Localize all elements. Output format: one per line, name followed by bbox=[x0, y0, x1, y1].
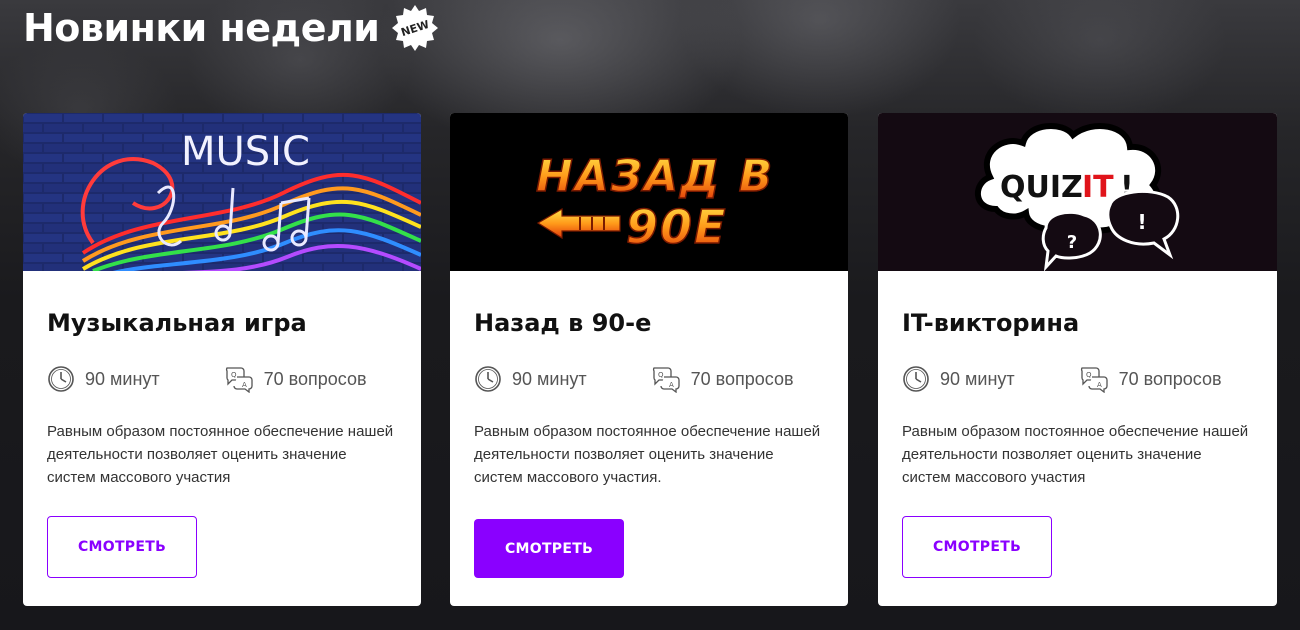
duration-info: 90 минут bbox=[474, 365, 587, 393]
card-image-it: QUIZ IT ! ? ! bbox=[878, 113, 1277, 271]
card-description: Равным образом постоянное обеспечение на… bbox=[474, 423, 821, 486]
card-description: Равным образом постоянное обеспечение на… bbox=[47, 423, 394, 486]
questions-info: Q A 70 вопросов bbox=[1079, 365, 1222, 393]
retro-text-line2: 90Е bbox=[626, 200, 727, 254]
duration-text: 90 минут bbox=[512, 368, 587, 389]
clock-icon bbox=[475, 366, 501, 392]
svg-text:Q: Q bbox=[1086, 371, 1092, 379]
duration-info: 90 минут bbox=[902, 365, 1015, 393]
retro-text-line1: НАЗАД В bbox=[536, 151, 774, 202]
questions-text: 70 вопросов bbox=[690, 368, 794, 389]
card-meta: 90 минут Q A 70 вопросов bbox=[474, 365, 794, 393]
clock-icon bbox=[48, 366, 74, 392]
view-button[interactable]: СМОТРЕТЬ bbox=[47, 516, 197, 578]
new-badge-icon: NEW bbox=[392, 5, 439, 51]
qa-icon: Q A bbox=[225, 367, 253, 393]
duration-text: 90 минут bbox=[940, 368, 1015, 389]
qa-icon: Q A bbox=[1080, 367, 1108, 393]
card-title: Музыкальная игра bbox=[47, 309, 307, 337]
page-title: Новинки недели bbox=[23, 6, 380, 50]
card-description: Равным образом постоянное обеспечение на… bbox=[902, 423, 1249, 486]
card-image-music: MUSIC bbox=[23, 113, 421, 271]
questions-info: Q A 70 вопросов bbox=[651, 365, 794, 393]
svg-text:Q: Q bbox=[231, 371, 237, 379]
view-button[interactable]: СМОТРЕТЬ bbox=[474, 519, 624, 578]
quiz-card-music: MUSIC Музыкальная игра 90 минут Q A 70 в… bbox=[23, 113, 421, 606]
svg-text:Q: Q bbox=[658, 371, 664, 379]
card-meta: 90 минут Q A 70 вопросов bbox=[47, 365, 367, 393]
card-image-90s: НАЗАД В 90Е bbox=[450, 113, 848, 271]
duration-text: 90 минут bbox=[85, 368, 160, 389]
duration-info: 90 минут bbox=[47, 365, 160, 393]
quiz-text: QUIZ bbox=[1000, 170, 1083, 205]
quiz-card-90s: НАЗАД В 90Е Назад в 90-е 90 минут Q A 70… bbox=[450, 113, 848, 606]
card-meta: 90 минут Q A 70 вопросов bbox=[902, 365, 1222, 393]
svg-text:A: A bbox=[1097, 381, 1102, 389]
card-title: IT-викторина bbox=[902, 309, 1080, 337]
svg-text:!: ! bbox=[1137, 210, 1146, 234]
questions-text: 70 вопросов bbox=[263, 368, 367, 389]
view-button[interactable]: СМОТРЕТЬ bbox=[902, 516, 1052, 578]
questions-text: 70 вопросов bbox=[1118, 368, 1222, 389]
music-image-text: MUSIC bbox=[181, 129, 310, 175]
questions-info: Q A 70 вопросов bbox=[224, 365, 367, 393]
card-title: Назад в 90-е bbox=[474, 309, 652, 337]
svg-text:A: A bbox=[242, 381, 247, 389]
clock-icon bbox=[903, 366, 929, 392]
quiz-card-it: QUIZ IT ! ? ! IT-викторина 90 минут Q A … bbox=[878, 113, 1277, 606]
it-text: IT bbox=[1082, 170, 1114, 205]
qa-icon: Q A bbox=[652, 367, 680, 393]
svg-text:?: ? bbox=[1067, 232, 1077, 253]
section-header: Новинки недели NEW bbox=[23, 4, 439, 52]
svg-text:A: A bbox=[669, 381, 674, 389]
